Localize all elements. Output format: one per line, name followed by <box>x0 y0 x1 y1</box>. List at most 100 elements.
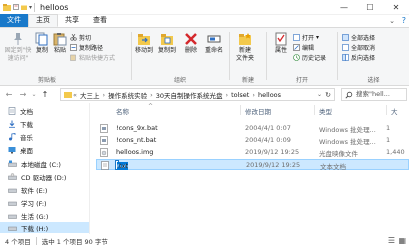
breadcrumb-item[interactable]: tolset <box>231 91 249 99</box>
paste-button[interactable]: 粘贴 <box>53 32 67 55</box>
open-label: 打开 <box>302 35 315 42</box>
file-type: Windows 批处理... <box>319 138 376 146</box>
new-folder-button[interactable]: 新建 文件夹 <box>232 32 258 63</box>
help-icon[interactable]: ? <box>402 16 406 25</box>
refresh-icon[interactable]: ↻ <box>325 91 331 99</box>
disc-image-file-icon <box>100 148 108 157</box>
open-dropdown-icon[interactable]: ▾ <box>316 34 319 41</box>
column-header-name[interactable]: 名称 <box>116 106 129 116</box>
column-divider[interactable] <box>314 105 315 115</box>
customize-quick-access-icon[interactable]: ▾ <box>29 4 32 11</box>
column-header-type[interactable]: 类型 <box>319 106 332 116</box>
pin-label-2: 速访问" <box>7 55 29 62</box>
chevron-right-icon[interactable]: › <box>252 91 255 99</box>
address-dropdown-icon[interactable]: ⌄ <box>317 91 322 98</box>
file-size: 1,440 <box>386 148 405 156</box>
breadcrumb-item[interactable]: helloos <box>258 91 281 99</box>
copy-button[interactable]: 复制 <box>35 32 49 55</box>
table-row[interactable]: !cons_nt.bat 2004/4/1 0:09 Windows 批处理..… <box>96 135 409 146</box>
tab-view[interactable]: 查看 <box>86 14 114 27</box>
address-field[interactable]: « 大三上 › 操作系统实验 › 30天自制操作系统光盘 › tolset › … <box>60 88 335 101</box>
table-row[interactable]: helloos.img 2019/9/12 19:25 光盘映像文件 1,440 <box>96 147 409 158</box>
nav-item-desktop[interactable]: 桌面 <box>8 144 33 155</box>
cut-button[interactable]: 剪切 <box>70 33 91 42</box>
copy-to-button[interactable]: 复制到 <box>157 32 177 55</box>
nav-item-drive-c[interactable]: 本地磁盘 (C:) <box>8 158 61 169</box>
select-all-button[interactable]: 全部选择 <box>342 33 375 42</box>
clipboard-group: 固定到"快 速访问" 复制 粘贴 剪切 复制路径 粘贴快捷方式 剪贴板 <box>0 30 115 84</box>
history-button[interactable]: 历史记录 <box>293 53 326 62</box>
pin-icon <box>14 33 22 45</box>
edit-button[interactable]: 编辑 <box>293 43 314 52</box>
nav-item-documents[interactable]: 文档 <box>8 105 33 116</box>
column-header-size[interactable]: 大 <box>391 106 398 116</box>
breadcrumb-item[interactable]: 30天自制操作系统光盘 <box>156 90 223 100</box>
maximize-button[interactable]: ☐ <box>357 0 383 15</box>
open-button[interactable]: 打开 ▾ <box>293 33 319 42</box>
invert-selection-button[interactable]: 反向选择 <box>342 53 375 62</box>
edit-icon <box>293 44 300 51</box>
delete-button[interactable]: 删除 <box>183 32 199 55</box>
forward-icon[interactable]: → <box>16 90 30 99</box>
copy-path-button[interactable]: 复制路径 <box>70 43 103 52</box>
title-bar: ▾ helloos — ☐ ✕ <box>0 0 409 15</box>
nav-item-music[interactable]: 音乐 <box>8 131 33 142</box>
chevron-right-icon[interactable]: › <box>102 91 105 99</box>
select-none-button[interactable]: 全部取消 <box>342 43 375 52</box>
recent-locations-icon[interactable]: ⌄ <box>30 91 38 98</box>
nav-item-drive-h[interactable]: 下载 (H:) <box>0 222 89 233</box>
back-icon[interactable]: ← <box>2 90 16 99</box>
expand-ribbon-icon[interactable]: ⌄ <box>389 17 395 25</box>
file-date: 2004/4/1 0:07 <box>245 124 291 132</box>
new-folder-label-2: 文件夹 <box>235 55 254 62</box>
nav-item-cd-drive[interactable]: CD 驱动器 (D:) <box>8 171 66 182</box>
new-folder-quick-icon[interactable] <box>21 4 27 10</box>
move-to-button[interactable]: 移动到 <box>134 32 154 55</box>
file-date: 2019/9/12 19:25 <box>246 161 301 169</box>
organize-group: 移动到 复制到 删除 重命名 组织 <box>132 30 228 84</box>
nav-item-label: 下载 <box>20 120 33 129</box>
properties-button[interactable]: 属性 <box>273 32 289 55</box>
nav-item-drive-f[interactable]: 学习 (F:) <box>8 197 47 208</box>
rename-button[interactable]: 重命名 <box>203 32 225 55</box>
column-divider[interactable] <box>240 105 241 115</box>
column-divider[interactable] <box>386 105 387 115</box>
tab-share[interactable]: 共享 <box>58 14 86 27</box>
address-bar: ← → ⌄ ↑ « 大三上 › 操作系统实验 › 30天自制操作系统光盘 › t… <box>0 86 409 103</box>
tab-file[interactable]: 文件 <box>0 14 28 27</box>
details-view-icon[interactable]: ☰ <box>388 236 395 245</box>
paste-label: 粘贴 <box>53 47 66 54</box>
history-icon <box>293 54 300 61</box>
paste-shortcut-label: 粘贴快捷方式 <box>79 55 116 62</box>
pin-quick-access-button[interactable]: 固定到"快 速访问" <box>3 32 33 63</box>
copy-to-icon <box>161 34 173 45</box>
scissors-icon <box>70 34 77 41</box>
nav-item-drive-g[interactable]: 生活 (G:) <box>8 210 48 221</box>
search-input[interactable]: 搜索"hell... <box>341 88 407 101</box>
table-row[interactable]: !cons_9x.bat 2004/4/1 0:07 Windows 批处理..… <box>96 123 409 134</box>
nav-item-label: 文档 <box>20 107 33 116</box>
chevron-right-icon[interactable]: › <box>150 91 153 99</box>
chevron-icon: « <box>73 90 77 99</box>
table-row-selected[interactable]: run .txt 2019/9/12 19:25 文本文档 <box>96 159 409 171</box>
breadcrumb-item[interactable]: 大三上 <box>80 90 100 100</box>
nav-item-drive-e[interactable]: 软件 (E:) <box>8 184 47 195</box>
minimize-button[interactable]: — <box>331 0 357 15</box>
breadcrumb-item[interactable]: 操作系统实验 <box>108 90 147 100</box>
properties-label: 属性 <box>274 47 287 54</box>
paste-shortcut-button[interactable]: 粘贴快捷方式 <box>70 53 115 62</box>
chevron-right-icon[interactable]: › <box>225 91 228 99</box>
up-icon[interactable]: ↑ <box>38 90 52 99</box>
column-header-date[interactable]: 修改日期 <box>245 106 271 116</box>
drive-icon <box>8 160 17 167</box>
text-file-icon <box>101 161 109 170</box>
nav-item-downloads[interactable]: 下载 <box>8 118 33 129</box>
close-button[interactable]: ✕ <box>383 0 409 15</box>
large-icons-view-icon[interactable]: ▦ <box>398 236 406 245</box>
rename-icon <box>207 35 221 43</box>
tab-home[interactable]: 主页 <box>28 14 58 27</box>
folder-icon <box>3 3 11 11</box>
invert-selection-icon <box>342 54 349 61</box>
properties-quick-icon[interactable] <box>13 4 19 10</box>
rename-input[interactable]: run .txt <box>115 160 128 170</box>
